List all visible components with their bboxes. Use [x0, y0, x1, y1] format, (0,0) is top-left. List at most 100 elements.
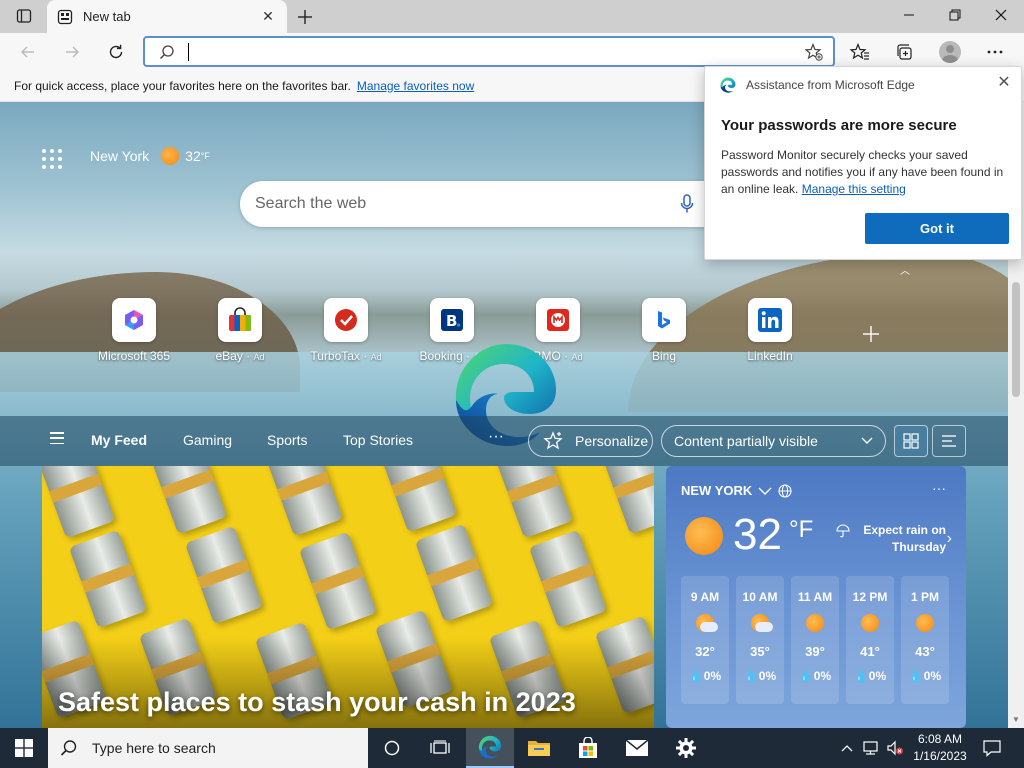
manage-setting-link[interactable]: Manage this setting: [802, 182, 906, 196]
sun-icon: [685, 517, 723, 555]
taskbar-microsoft-store[interactable]: [564, 728, 612, 768]
taskbar-clock[interactable]: 6:08 AM 1/16/2023: [908, 731, 972, 765]
notifications-button[interactable]: [980, 728, 1004, 768]
got-it-button[interactable]: Got it: [865, 213, 1009, 244]
tab-title: New tab: [83, 9, 131, 24]
collections-icon: [897, 44, 912, 60]
weather-widget[interactable]: New York 32 °F: [90, 147, 210, 165]
quick-link-turbotax[interactable]: TurboTax · Ad: [296, 298, 396, 363]
hourly-forecast-item[interactable]: 1 PM 43° 💧0%: [901, 576, 949, 704]
taskbar-file-explorer[interactable]: [515, 728, 563, 768]
list-view-button[interactable]: [932, 425, 966, 457]
network-icon: [863, 741, 878, 755]
plus-icon: [863, 326, 879, 342]
settings-more-button[interactable]: [981, 38, 1009, 66]
taskbar-mail[interactable]: [613, 728, 661, 768]
minimize-button[interactable]: [886, 0, 932, 30]
personalize-button[interactable]: Personalize: [528, 425, 653, 457]
collections-button[interactable]: [890, 38, 918, 66]
weather-card[interactable]: NEW YORK ··· 32 °F Expect rain on Thursd…: [666, 466, 966, 728]
taskbar-edge-app[interactable]: [466, 728, 514, 768]
hourly-forecast-item[interactable]: 12 PM 41° 💧0%: [846, 576, 894, 704]
app-launcher-icon[interactable]: [42, 149, 62, 169]
chevron-up-icon: [841, 745, 853, 752]
hourly-forecast-item[interactable]: 10 AM 35° 💧0%: [736, 576, 784, 704]
windows-logo-icon: [15, 739, 33, 757]
scrollbar-thumb[interactable]: [1012, 282, 1020, 397]
taskbar-search-box[interactable]: Type here to search: [48, 728, 368, 768]
hamburger-menu-icon[interactable]: [50, 432, 64, 444]
booking-icon: B: [430, 298, 474, 342]
sparkle-star-icon: [543, 431, 563, 450]
scroll-down-icon[interactable]: ▼: [1012, 715, 1020, 724]
show-hidden-icons-button[interactable]: [838, 728, 856, 768]
volume-muted-icon: [887, 740, 903, 756]
forward-button[interactable]: [57, 37, 87, 67]
chevron-up-icon[interactable]: ︿: [900, 262, 910, 277]
quick-link-bing[interactable]: Bing: [614, 298, 714, 363]
close-window-button[interactable]: [978, 0, 1024, 30]
hourly-forecast-item[interactable]: 11 AM 39° 💧0%: [791, 576, 839, 704]
money-roll-image: [600, 466, 654, 535]
money-roll-image: [42, 466, 116, 539]
add-favorite-icon[interactable]: [804, 42, 823, 66]
money-roll-image: [414, 523, 494, 623]
manage-favorites-link[interactable]: Manage favorites now: [357, 79, 474, 93]
tab-new-tab[interactable]: New tab ✕: [47, 0, 287, 33]
start-button[interactable]: [0, 728, 48, 768]
tab-sports[interactable]: Sports: [267, 432, 307, 448]
new-tab-icon: [57, 9, 73, 25]
minimize-icon: [904, 14, 914, 16]
content-visibility-value: Content partially visible: [674, 433, 818, 449]
tab-close-icon[interactable]: ✕: [259, 8, 277, 26]
bmo-icon: [536, 298, 580, 342]
weather-forecast-note[interactable]: Expect rain on Thursday: [836, 522, 946, 556]
grid-view-button[interactable]: [894, 425, 928, 457]
weather-forecast-text: Expect rain on Thursday: [863, 523, 946, 554]
edge-icon: [478, 735, 502, 759]
feed-more-button[interactable]: ···: [488, 428, 504, 446]
feed-navigation: My Feed Gaming Sports Top Stories ··· Pe…: [0, 416, 1008, 466]
arrow-left-icon: [21, 46, 34, 58]
address-bar[interactable]: [143, 36, 835, 67]
quick-link-linkedin[interactable]: LinkedIn: [720, 298, 820, 363]
back-button[interactable]: [13, 37, 43, 67]
tab-actions-button[interactable]: [8, 4, 40, 28]
taskbar-settings[interactable]: [662, 728, 710, 768]
refresh-button[interactable]: [101, 37, 131, 67]
umbrella-icon: [836, 524, 850, 538]
quick-link-ebay[interactable]: eBay · Ad: [190, 298, 290, 363]
weather-location[interactable]: NEW YORK: [681, 483, 792, 498]
quick-link-microsoft-365[interactable]: Microsoft 365: [84, 298, 184, 363]
weather-temp: 32: [185, 148, 201, 164]
grid-view-icon: [903, 433, 919, 449]
tab-top-stories[interactable]: Top Stories: [343, 432, 413, 448]
microphone-icon[interactable]: [680, 194, 694, 219]
new-tab-button[interactable]: [293, 5, 317, 29]
cortana-button[interactable]: [368, 728, 416, 768]
hourly-forecast-item[interactable]: 9 AM 32° 💧0%: [681, 576, 729, 704]
web-search-box[interactable]: [240, 181, 720, 227]
hour-precip: 💧0%: [736, 669, 784, 683]
tab-gaming[interactable]: Gaming: [183, 432, 232, 448]
chevron-right-icon[interactable]: ›: [947, 530, 952, 548]
quick-link-label: Microsoft 365: [97, 349, 171, 363]
tab-my-feed[interactable]: My Feed: [91, 432, 147, 448]
web-search-input[interactable]: [255, 193, 655, 215]
content-visibility-select[interactable]: Content partially visible: [661, 425, 886, 457]
hero-headline[interactable]: Safest places to stash your cash in 2023: [58, 687, 576, 718]
favorites-button[interactable]: [846, 38, 874, 66]
money-roll-image: [148, 466, 228, 535]
profile-button[interactable]: [936, 38, 964, 66]
clock-date: 1/16/2023: [913, 749, 967, 763]
weather-more-icon[interactable]: ···: [932, 480, 946, 496]
add-quick-link-button[interactable]: [862, 322, 880, 350]
restore-button[interactable]: [932, 0, 978, 30]
tab-actions-icon: [16, 9, 32, 23]
close-popup-icon[interactable]: ✕: [995, 73, 1013, 91]
task-view-button[interactable]: [416, 728, 464, 768]
address-input[interactable]: [189, 41, 789, 63]
hero-article-card[interactable]: Safest places to stash your cash in 2023: [42, 466, 654, 728]
volume-status[interactable]: [884, 728, 906, 768]
network-status[interactable]: [860, 728, 882, 768]
